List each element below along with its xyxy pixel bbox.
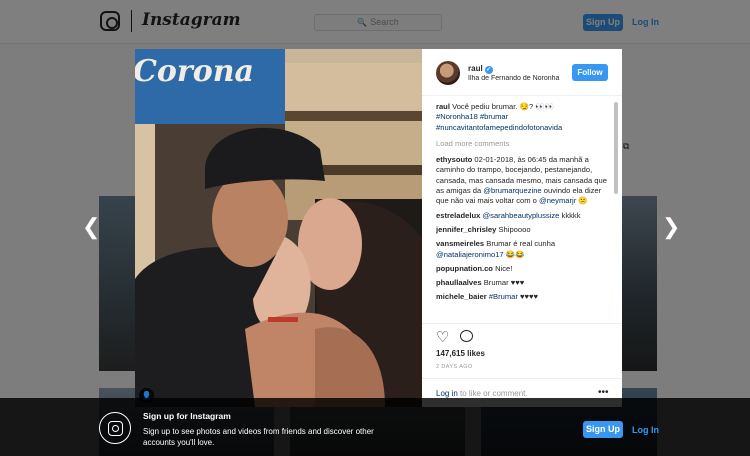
comment-item: estreladelux @sarahbeautyplussize kkkkk xyxy=(436,211,614,221)
verified-badge-icon: ✓ xyxy=(484,66,493,74)
caption-text: Você pediu brumar. 😏? 👀👀 xyxy=(452,102,555,111)
post-actions: ♡ 147,615 likes 2 DAYS AGO Log in to lik… xyxy=(422,323,622,407)
signup-banner: Sign up for Instagram Sign up to see pho… xyxy=(0,398,750,456)
comment-text: ♥♥♥♥ xyxy=(517,292,539,302)
comment-icon[interactable] xyxy=(460,330,473,342)
banner-description: Sign up to see photos and videos from fr… xyxy=(143,427,374,447)
avatar[interactable] xyxy=(436,61,460,85)
comment-author[interactable]: estreladelux xyxy=(436,211,480,220)
likes-count[interactable]: 147,615 likes xyxy=(436,349,485,358)
post-location[interactable]: Ilha de Fernando de Noronha xyxy=(468,75,564,82)
post-username[interactable]: raul ✓ xyxy=(468,64,493,74)
comment-item: vansmeireles Brumar é real cunha @natali… xyxy=(436,239,614,260)
comment-text: kkkkk xyxy=(559,210,581,220)
comment-author[interactable]: jennifer_chrisley xyxy=(436,225,496,234)
comment-item: phaullaalves Brumar ♥♥♥ xyxy=(436,278,614,288)
username-text[interactable]: raul xyxy=(468,64,483,73)
comment-author[interactable]: ethysouto xyxy=(436,155,472,164)
corona-sign: Corona xyxy=(135,54,254,89)
comment-mention[interactable]: @brumarquezine xyxy=(483,186,541,195)
comment-text: Brumar ♥♥♥ xyxy=(483,278,525,288)
comments-scrollbar[interactable] xyxy=(614,102,618,194)
post-photo[interactable]: Corona xyxy=(135,49,422,407)
banner-signup-button[interactable]: Sign Up xyxy=(583,421,623,438)
login-prompt-suffix: to like or comment. xyxy=(457,389,528,398)
caption-hashtags[interactable]: #Noronha18 #brumar #nuncavitantofamepedi… xyxy=(436,112,562,131)
comment-item: popupnation.co Nice! xyxy=(436,264,614,274)
login-link[interactable]: Log in xyxy=(436,389,458,398)
comment-author[interactable]: popupnation.co xyxy=(436,264,493,273)
post-header: raul ✓ Ilha de Fernando de Noronha Follow xyxy=(422,49,622,96)
photo-illustration: Corona xyxy=(135,49,422,407)
comment-text: 😕 xyxy=(576,196,588,206)
comment-mention[interactable]: @nataliajeronimo17 xyxy=(436,250,504,259)
comment-author[interactable]: vansmeireles xyxy=(436,239,484,248)
comment-author[interactable]: phaullaalves xyxy=(436,278,482,287)
follow-button[interactable]: Follow xyxy=(572,64,608,81)
comment-text: Brumar é real cunha xyxy=(486,239,556,249)
comment-item: jennifer_chrisley Shipoooo xyxy=(436,225,614,235)
banner-title: Sign up for Instagram xyxy=(143,411,231,421)
comment-item: michele_baier #Brumar ♥♥♥♥ xyxy=(436,292,614,302)
comment-text: 😂😂 xyxy=(503,249,525,259)
caption: raul Você pediu brumar. 😏? 👀👀 #Noronha18… xyxy=(436,102,614,133)
instagram-logo-icon xyxy=(99,412,131,444)
banner-login-link[interactable]: Log In xyxy=(632,425,659,435)
login-prompt-text: Log in to like or comment. xyxy=(436,389,528,398)
comment-hashtag[interactable]: #Brumar xyxy=(489,292,518,301)
heart-icon[interactable]: ♡ xyxy=(436,330,449,345)
chevron-right-icon[interactable]: ❯ xyxy=(662,216,680,238)
comment-mention[interactable]: @sarahbeautyplussize xyxy=(482,211,559,220)
chevron-left-icon[interactable]: ❮ xyxy=(82,216,100,238)
post-detail-panel: raul ✓ Ilha de Fernando de Noronha Follow… xyxy=(422,49,622,407)
comment-text: Nice! xyxy=(495,263,513,273)
load-more-comments-link[interactable]: Load more comments xyxy=(436,139,614,149)
comment-mention[interactable]: @neymarjr xyxy=(539,196,576,205)
comment-author[interactable]: michele_baier xyxy=(436,292,487,301)
comment-text: Shipoooo xyxy=(498,224,531,234)
comment-item: ethysouto 02-01-2018, às 06:45 da manhã … xyxy=(436,155,614,206)
caption-author[interactable]: raul xyxy=(436,102,450,111)
post-timestamp[interactable]: 2 DAYS AGO xyxy=(436,364,473,370)
more-options-icon[interactable]: ••• xyxy=(598,387,609,398)
